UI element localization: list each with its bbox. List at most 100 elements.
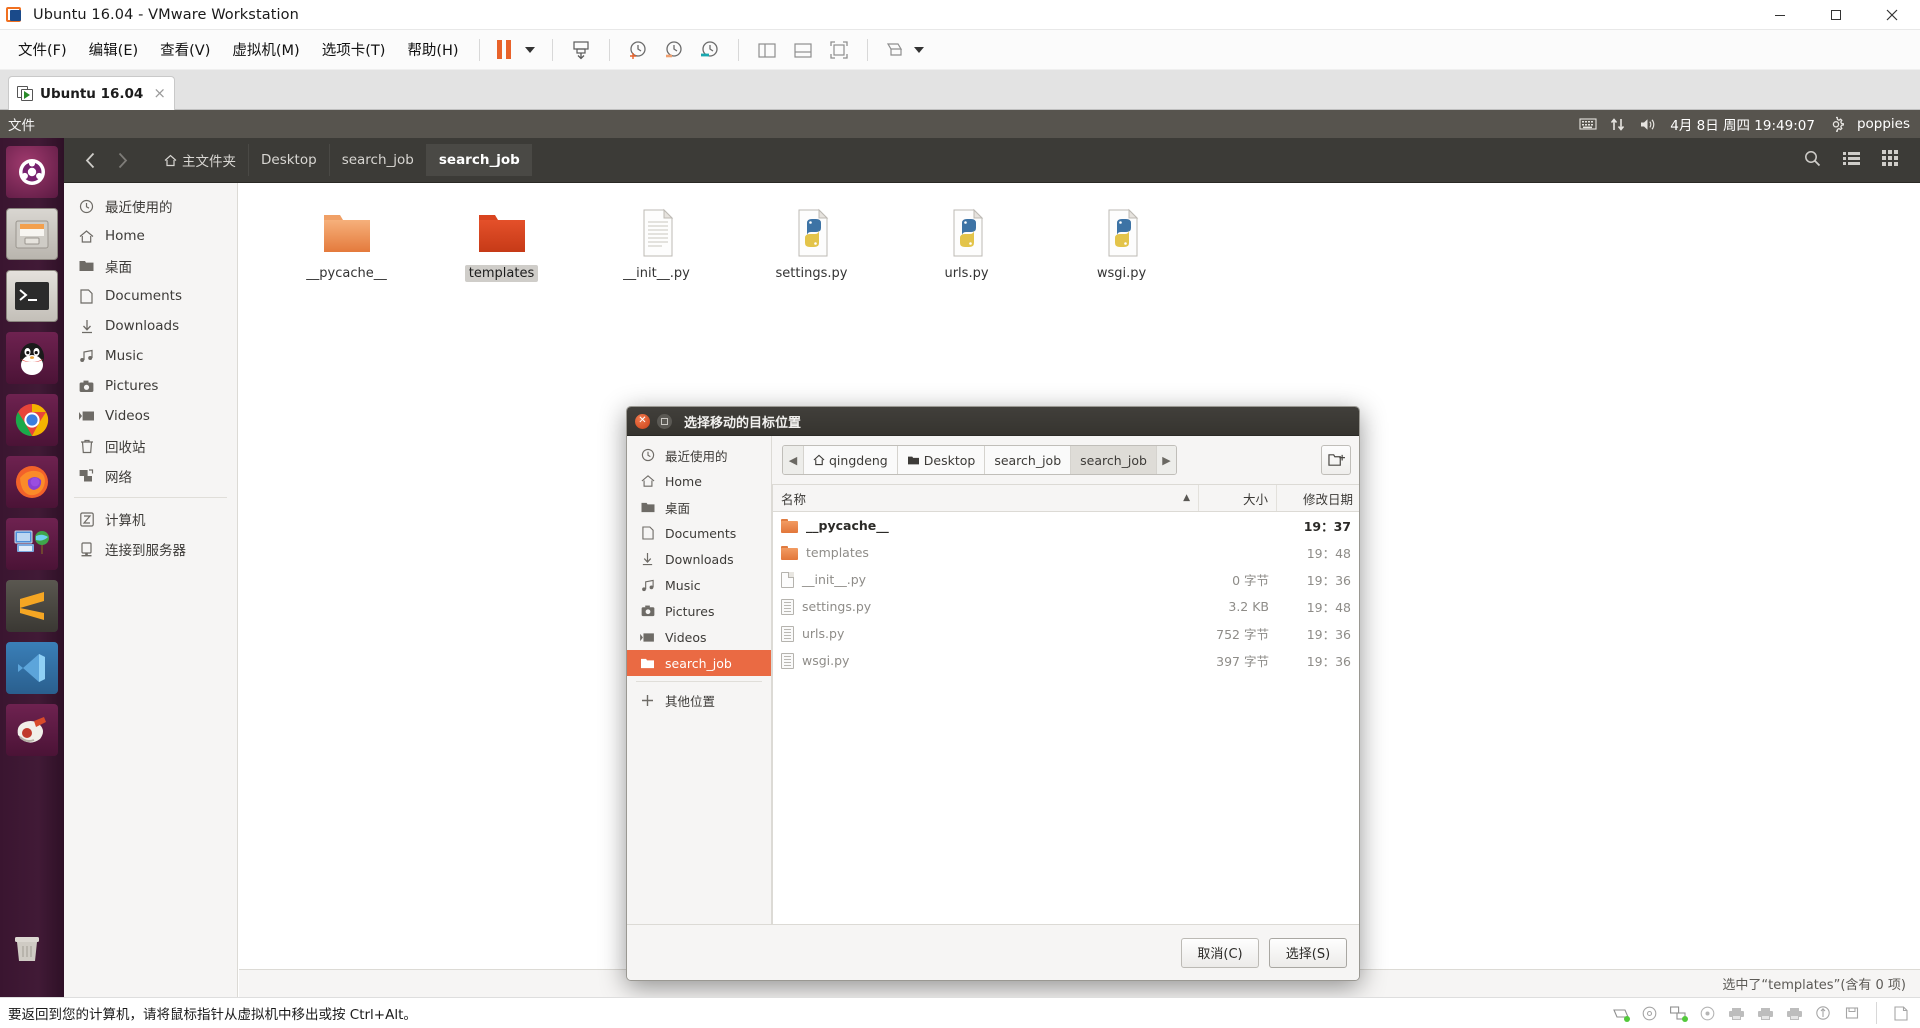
pathbar-scroll-left-icon[interactable]: ◀ [783, 446, 803, 474]
menu-vm[interactable]: 虚拟机(M) [222, 35, 309, 64]
network-adapter-icon[interactable] [1669, 1005, 1688, 1022]
dialog-sidebar-item-music[interactable]: Music [627, 572, 771, 598]
table-row[interactable]: settings.py 3.2 KB 19：48 [773, 593, 1359, 620]
table-row[interactable]: templates 19：48 [773, 539, 1359, 566]
file-item-pycache[interactable]: __pycache__ [269, 197, 424, 282]
dialog-sidebar-item-documents[interactable]: Documents [627, 520, 771, 546]
send-ctrl-alt-del-button[interactable] [563, 35, 599, 65]
dialog-sidebar-item-recent[interactable]: 最近使用的 [627, 442, 771, 468]
back-button[interactable] [74, 145, 106, 175]
sidebar-item-trash[interactable]: 回收站 [64, 431, 237, 461]
sidebar-item-pictures[interactable]: Pictures [64, 371, 237, 401]
column-header-date[interactable]: 修改日期 [1277, 485, 1359, 511]
dialog-sidebar-item-other-locations[interactable]: 其他位置 [627, 687, 771, 713]
floppy-icon[interactable] [1843, 1005, 1861, 1021]
minimize-button[interactable] [1752, 0, 1808, 30]
dialog-sidebar-item-desktop[interactable]: 桌面 [627, 494, 771, 520]
keyboard-icon[interactable] [1579, 117, 1597, 131]
take-snapshot-button[interactable] [620, 35, 656, 65]
dialog-sidebar-item-search-job[interactable]: search_job [627, 650, 771, 676]
table-row[interactable]: __init__.py 0 字节 19：36 [773, 566, 1359, 593]
launcher-item-vscode[interactable] [6, 642, 58, 694]
close-button[interactable] [1864, 0, 1920, 30]
sidebar-item-videos[interactable]: Videos [64, 401, 237, 431]
breadcrumb-search-job-1[interactable]: search_job [328, 144, 426, 176]
dialog-sidebar-item-videos[interactable]: Videos [627, 624, 771, 650]
printer-icon[interactable] [1727, 1005, 1745, 1021]
dialog-sidebar-item-downloads[interactable]: Downloads [627, 546, 771, 572]
table-row[interactable]: urls.py 752 字节 19：36 [773, 620, 1359, 647]
list-view-button[interactable] [1843, 151, 1860, 170]
dialog-minimize-button[interactable] [657, 413, 672, 429]
unity-panel-app-title[interactable]: 文件 [8, 114, 35, 134]
power-dropdown-button[interactable] [518, 35, 542, 65]
search-button[interactable] [1804, 150, 1821, 171]
dialog-sidebar-item-pictures[interactable]: Pictures [627, 598, 771, 624]
note-icon[interactable] [1892, 1005, 1910, 1021]
menu-file[interactable]: 文件(F) [8, 35, 77, 64]
pathbar-scroll-right-icon[interactable]: ▶ [1155, 446, 1176, 474]
dialog-file-list[interactable]: 名称 ▲ 大小 修改日期 __pycache__ 19：37 templates… [772, 484, 1359, 926]
launcher-item-remote-desktop[interactable] [6, 518, 58, 570]
breadcrumb-home[interactable]: 主文件夹 [152, 144, 248, 176]
tab-close-icon[interactable]: × [153, 86, 166, 101]
breadcrumb-desktop[interactable]: Desktop [248, 144, 329, 176]
cd-drive-icon[interactable] [1698, 1005, 1716, 1021]
table-row[interactable]: wsgi.py 397 字节 19：36 [773, 647, 1359, 674]
menu-view[interactable]: 查看(V) [150, 35, 220, 64]
sidebar-item-computer[interactable]: 计算机 [64, 504, 237, 534]
launcher-item-terminal[interactable] [6, 270, 58, 322]
file-item-settings-py[interactable]: settings.py [734, 197, 889, 282]
create-folder-button[interactable] [1321, 445, 1351, 475]
hard-disk-icon[interactable] [1611, 1005, 1630, 1022]
cancel-button[interactable]: 取消(C) [1181, 937, 1259, 968]
fullscreen-button[interactable] [821, 35, 857, 65]
grid-view-button[interactable] [1882, 150, 1898, 170]
launcher-item-sublime-text[interactable] [6, 580, 58, 632]
dialog-sidebar-item-home[interactable]: Home [627, 468, 771, 494]
column-header-name[interactable]: 名称 ▲ [773, 485, 1199, 511]
sidebar-item-connect-server[interactable]: 连接到服务器 [64, 534, 237, 564]
pathbar-segment-search-job-2[interactable]: search_job [1070, 446, 1156, 474]
panel-username[interactable]: poppies [1857, 116, 1910, 132]
sidebar-item-desktop[interactable]: 桌面 [64, 251, 237, 281]
launcher-item-trash[interactable] [6, 925, 58, 977]
launcher-item-qq[interactable] [6, 332, 58, 384]
usb-icon[interactable] [1814, 1005, 1832, 1021]
tab-ubuntu-16-04[interactable]: Ubuntu 16.04 × [8, 76, 175, 110]
menu-tabs[interactable]: 选项卡(T) [312, 35, 396, 64]
launcher-item-ubuntu-software[interactable] [6, 704, 58, 756]
printer2-icon[interactable] [1756, 1005, 1774, 1021]
pathbar-segment-desktop[interactable]: Desktop [896, 446, 985, 474]
launcher-item-files[interactable] [6, 208, 58, 260]
network-transfer-icon[interactable] [1610, 117, 1626, 132]
show-library-button[interactable] [749, 35, 785, 65]
maximize-button[interactable] [1808, 0, 1864, 30]
volume-icon[interactable] [1639, 117, 1657, 132]
gear-icon[interactable] [1828, 116, 1844, 132]
file-item-init-py[interactable]: __init__.py [579, 197, 734, 282]
unity-mode-button[interactable] [878, 35, 931, 65]
pathbar-segment-search-job-1[interactable]: search_job [984, 446, 1071, 474]
sidebar-item-home[interactable]: Home [64, 221, 237, 251]
panel-clock[interactable]: 4月 8日 周四 19:49:07 [1670, 114, 1815, 134]
file-item-templates[interactable]: templates [424, 197, 579, 282]
breadcrumb-search-job-2[interactable]: search_job [425, 144, 532, 176]
select-button[interactable]: 选择(S) [1269, 937, 1347, 968]
file-item-wsgi-py[interactable]: wsgi.py [1044, 197, 1199, 282]
menu-help[interactable]: 帮助(H) [397, 35, 468, 64]
sidebar-item-network[interactable]: 网络 [64, 461, 237, 491]
launcher-item-firefox[interactable] [6, 456, 58, 508]
printer3-icon[interactable] [1785, 1005, 1803, 1021]
cd-dvd-icon[interactable] [1640, 1005, 1658, 1021]
launcher-item-ubuntu-dash[interactable] [6, 146, 58, 198]
column-header-size[interactable]: 大小 [1199, 485, 1277, 511]
forward-button[interactable] [106, 145, 138, 175]
sidebar-item-downloads[interactable]: Downloads [64, 311, 237, 341]
snapshot-manager-button[interactable] [692, 35, 728, 65]
sidebar-item-music[interactable]: Music [64, 341, 237, 371]
menu-edit[interactable]: 编辑(E) [79, 35, 148, 64]
file-item-urls-py[interactable]: urls.py [889, 197, 1044, 282]
pathbar-segment-qingdeng[interactable]: qingdeng [803, 446, 897, 474]
sidebar-item-recent[interactable]: 最近使用的 [64, 191, 237, 221]
